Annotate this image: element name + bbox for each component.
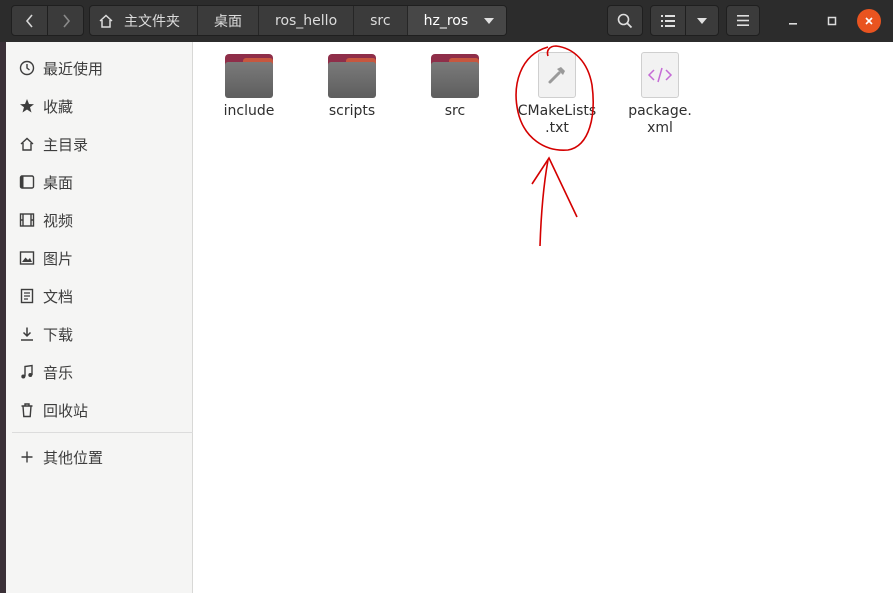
sidebar: 最近使用 收藏 主目录 桌面 视频 图片 文档 下载 音乐 回收站 其他位置 bbox=[6, 42, 193, 593]
sidebar-item-label: 视频 bbox=[43, 211, 74, 230]
close-button[interactable] bbox=[857, 9, 881, 33]
sidebar-item-home[interactable]: 主目录 bbox=[6, 127, 193, 161]
crumb-label: 主文件夹 bbox=[124, 13, 180, 30]
crumb-hz-ros[interactable]: hz_ros bbox=[407, 6, 507, 35]
sidebar-item-other-locations[interactable]: 其他位置 bbox=[6, 440, 193, 474]
sidebar-item-label: 主目录 bbox=[43, 135, 89, 154]
trash-icon bbox=[19, 402, 35, 418]
hamburger-icon bbox=[737, 15, 749, 26]
search-button[interactable] bbox=[607, 5, 643, 36]
home-icon bbox=[99, 13, 113, 28]
download-icon bbox=[19, 326, 35, 342]
sidebar-item-downloads[interactable]: 下载 bbox=[6, 317, 193, 351]
crumb-ros-hello[interactable]: ros_hello bbox=[259, 6, 355, 35]
sidebar-divider bbox=[12, 432, 193, 433]
hamburger-menu-button[interactable] bbox=[726, 5, 760, 36]
view-options-button[interactable] bbox=[685, 5, 719, 36]
breadcrumb: 主文件夹 桌面 ros_hello src hz_ros bbox=[89, 5, 508, 36]
crumb-label: ros_hello bbox=[275, 12, 338, 29]
crumb-label: hz_ros bbox=[423, 12, 469, 29]
sidebar-item-pictures[interactable]: 图片 bbox=[6, 241, 193, 275]
file-name: CMakeLists .txt bbox=[518, 103, 596, 137]
chevron-left-icon bbox=[25, 13, 33, 28]
sidebar-item-label: 最近使用 bbox=[43, 59, 104, 78]
file-name-line2: .txt bbox=[545, 120, 569, 136]
sidebar-item-documents[interactable]: 文档 bbox=[6, 279, 193, 313]
file-name: include bbox=[223, 103, 275, 119]
music-icon bbox=[19, 364, 35, 380]
sidebar-item-label: 下载 bbox=[43, 325, 74, 344]
list-view-icon bbox=[661, 14, 675, 27]
file-name: package. xml bbox=[628, 103, 692, 137]
clock-icon bbox=[19, 60, 35, 76]
file-item-include[interactable]: include bbox=[203, 54, 295, 120]
image-icon bbox=[19, 250, 35, 266]
back-button[interactable] bbox=[11, 5, 48, 36]
sidebar-item-recent[interactable]: 最近使用 bbox=[6, 51, 193, 85]
close-icon bbox=[865, 17, 873, 25]
maximize-icon bbox=[827, 16, 837, 26]
sidebar-item-label: 收藏 bbox=[43, 97, 74, 116]
file-name: src bbox=[444, 103, 466, 119]
minimize-icon bbox=[789, 23, 797, 25]
folder-icon bbox=[328, 54, 376, 98]
file-item-src[interactable]: src bbox=[409, 54, 501, 120]
folder-icon bbox=[225, 54, 273, 98]
forward-button[interactable] bbox=[47, 5, 84, 36]
crumb-home[interactable]: 主文件夹 bbox=[90, 6, 198, 35]
file-name-line2: xml bbox=[647, 120, 673, 136]
crumb-label: src bbox=[370, 12, 391, 29]
document-icon bbox=[19, 288, 35, 304]
file-item-cmakelists[interactable]: CMakeLists .txt bbox=[511, 52, 603, 137]
crumb-desktop[interactable]: 桌面 bbox=[198, 6, 259, 35]
code-icon bbox=[641, 52, 679, 98]
crumb-src[interactable]: src bbox=[354, 6, 408, 35]
sidebar-item-label: 文档 bbox=[43, 287, 74, 306]
file-item-scripts[interactable]: scripts bbox=[306, 54, 398, 120]
sidebar-item-label: 图片 bbox=[43, 249, 74, 268]
sidebar-item-desktop[interactable]: 桌面 bbox=[6, 165, 193, 199]
home-icon bbox=[19, 136, 35, 152]
file-name-line1: CMakeLists bbox=[517, 103, 597, 119]
crumb-label: 桌面 bbox=[214, 13, 242, 30]
desktop-icon bbox=[19, 174, 35, 190]
chevron-right-icon bbox=[62, 13, 70, 28]
plus-icon bbox=[19, 449, 35, 465]
search-icon bbox=[617, 13, 633, 28]
file-item-package-xml[interactable]: package. xml bbox=[614, 52, 706, 137]
maximize-button[interactable] bbox=[820, 9, 844, 33]
sidebar-item-music[interactable]: 音乐 bbox=[6, 355, 193, 389]
sidebar-item-label: 音乐 bbox=[43, 363, 74, 382]
star-icon bbox=[19, 98, 35, 114]
dropdown-triangle-icon bbox=[484, 17, 495, 24]
header-bar: 主文件夹 桌面 ros_hello src hz_ros bbox=[0, 0, 893, 42]
sidebar-item-label: 桌面 bbox=[43, 173, 74, 192]
folder-icon bbox=[431, 54, 479, 98]
sidebar-item-videos[interactable]: 视频 bbox=[6, 203, 193, 237]
file-view: include scripts src CMakeLists .txt pack… bbox=[194, 42, 893, 593]
file-name: scripts bbox=[328, 103, 376, 119]
hammer-icon bbox=[538, 52, 576, 98]
list-view-button[interactable] bbox=[650, 5, 686, 36]
file-name-line1: package. bbox=[628, 103, 692, 119]
minimize-button[interactable] bbox=[781, 9, 805, 33]
sidebar-item-label: 其他位置 bbox=[43, 448, 104, 467]
sidebar-item-label: 回收站 bbox=[43, 401, 89, 420]
video-icon bbox=[19, 212, 35, 228]
sidebar-item-trash[interactable]: 回收站 bbox=[6, 393, 193, 427]
dropdown-triangle-icon bbox=[697, 17, 707, 24]
sidebar-item-starred[interactable]: 收藏 bbox=[6, 89, 193, 123]
